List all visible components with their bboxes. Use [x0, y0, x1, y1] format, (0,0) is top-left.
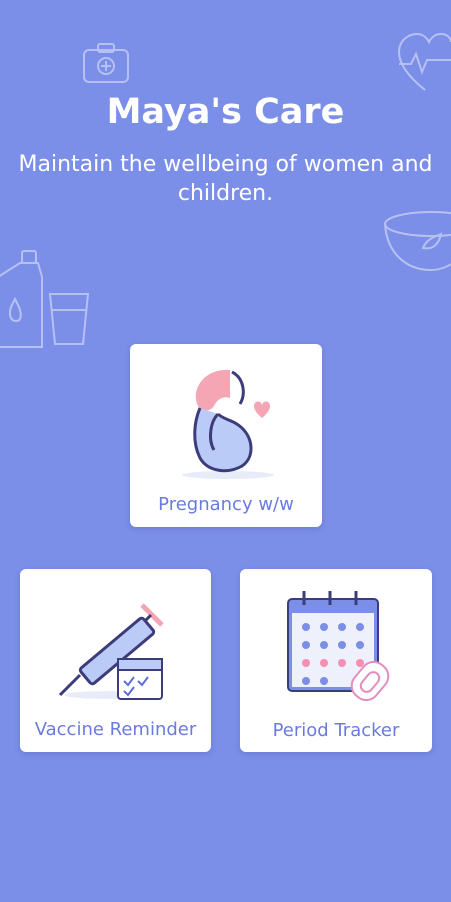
pregnancy-icon: [182, 369, 274, 479]
period-tracker-card[interactable]: Period Tracker: [240, 569, 432, 752]
syringe-calendar-icon: [58, 603, 164, 700]
period-tracker-card-label: Period Tracker: [272, 720, 400, 741]
heart-pulse-icon: [397, 32, 451, 91]
water-bottle-icon: [0, 250, 43, 348]
bowl-icon: [384, 211, 451, 272]
vaccine-reminder-card[interactable]: Vaccine Reminder: [20, 569, 211, 752]
pregnancy-card-label: Pregnancy w/w: [158, 494, 294, 515]
calendar-pad-icon: [287, 591, 390, 702]
first-aid-kit-icon: [83, 43, 129, 83]
pregnancy-card[interactable]: Pregnancy w/w: [130, 344, 322, 527]
glass-icon: [48, 293, 90, 345]
vaccine-reminder-card-label: Vaccine Reminder: [34, 719, 197, 740]
page-title: Maya's Care: [106, 92, 345, 132]
page-subtitle: Maintain the wellbeing of women and chil…: [18, 152, 433, 206]
